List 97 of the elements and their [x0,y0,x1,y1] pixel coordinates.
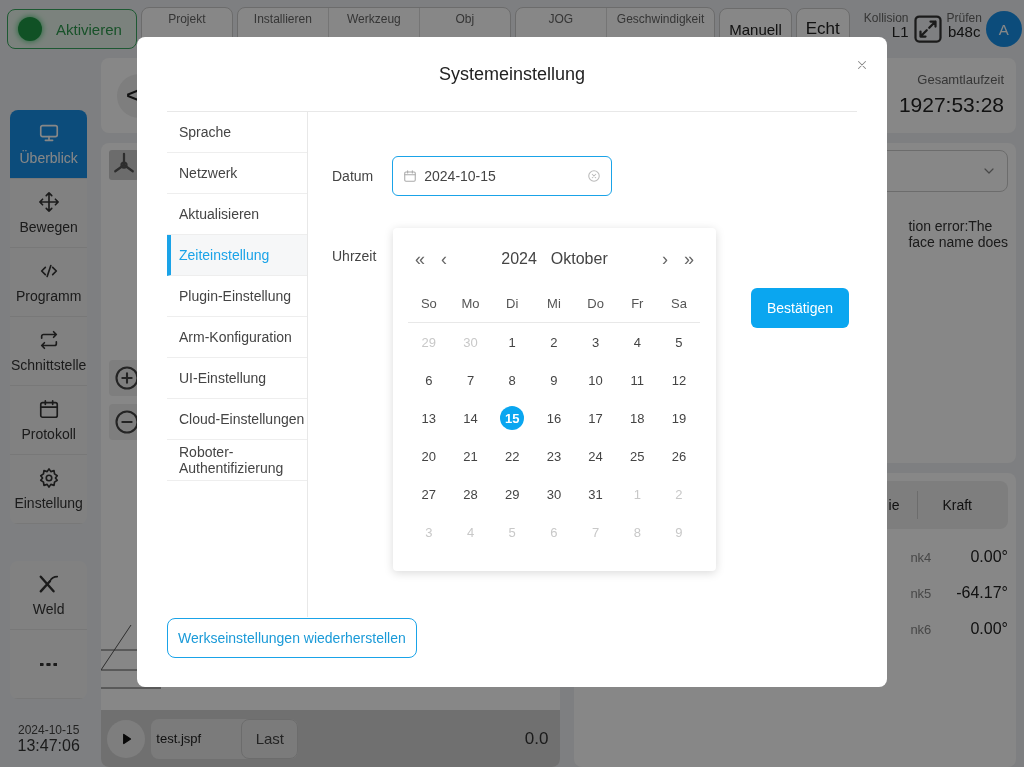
more-icon [40,662,58,666]
day-cell[interactable]: 30 [541,482,566,506]
day-cell[interactable]: 25 [625,444,650,468]
day-cell[interactable]: 21 [458,444,483,468]
dialog-title: Systemeinstellung [438,63,586,85]
load-button[interactable]: Last [241,718,299,759]
sidebar-item[interactable]: Weld [10,561,88,630]
joint-value: -64.17° [956,584,1008,602]
weekday-label: Fr [630,295,645,313]
play-icon[interactable] [107,719,146,758]
menu-item[interactable]: Roboter-Authentifizierung [167,440,307,481]
next-year-button[interactable]: » [677,248,701,270]
day-cell[interactable]: 28 [458,482,483,506]
day-cell[interactable]: 5 [666,330,691,354]
welding-torch-icon [37,573,60,595]
day-cell[interactable]: 19 [666,406,691,430]
runtime-value: 1927:53:28 [898,93,1004,117]
day-cell[interactable]: 18 [625,406,650,430]
status-value: L1 [891,25,909,39]
weekday-label: Di [505,295,520,313]
day-cell[interactable]: 16 [541,406,566,430]
day-cell[interactable]: 4 [625,330,650,354]
joint-value: 0.00° [970,548,1008,566]
day-cell[interactable]: 6 [416,368,441,392]
day-cell[interactable]: 2 [541,330,566,354]
day-cell[interactable]: 17 [583,406,608,430]
status-value: b48c [947,25,981,39]
status-label: Kollision [863,11,909,25]
weekday-label: Sa [670,295,688,313]
day-cell[interactable]: 20 [416,444,441,468]
move-icon [37,191,60,213]
prev-month-button[interactable]: ‹ [432,248,456,270]
day-cell[interactable]: 13 [416,406,441,430]
weekday-label: Do [586,295,605,313]
speed-value: 0.0 [524,728,549,749]
date-text: 2024-10-15 [17,723,80,738]
day-cell[interactable]: 14 [458,406,483,430]
tab[interactable]: ie [888,481,918,529]
menu-item[interactable]: Plugin-Einstellung [167,276,307,317]
day-cell[interactable]: 8 [500,368,525,392]
joint-label: nk4 [910,549,932,565]
status-label: Prüfen [946,11,982,25]
field-label: Installieren [253,12,312,26]
error-message: tion error:The face name does [908,218,1008,250]
sidebar-item[interactable]: Schnittstelle [10,317,88,386]
weekday-label: Mi [546,295,562,313]
day-cell[interactable]: 11 [625,368,650,392]
day-cell[interactable]: 7 [458,368,483,392]
field-label: Datum [332,168,374,184]
day-cell[interactable]: 24 [583,444,608,468]
field-label: JOG [548,12,574,26]
sidebar-item[interactable]: Einstellung [10,455,88,524]
menu-item[interactable]: UI-Einstellung [167,358,307,399]
time-text: 13:47:06 [17,738,80,753]
menu-item[interactable]: Arm-Konfiguration [167,317,307,358]
file-field[interactable]: test.jspf Last [151,718,299,759]
day-cell[interactable]: 3 [583,330,608,354]
tab[interactable]: Kraft [917,491,1008,519]
field-label: Uhrzeit [332,248,377,264]
sidebar-item[interactable]: Bewegen [10,179,88,248]
calendar-icon [37,398,60,420]
gear-icon [37,467,60,489]
monitor-icon [37,122,60,144]
field-label: Obj [455,12,475,26]
weekday-label: So [419,295,438,313]
axes-icon[interactable] [109,150,140,180]
year-button[interactable]: 2024 [501,250,537,268]
day-cell[interactable]: 27 [416,482,441,506]
day-cell[interactable]: 26 [666,444,691,468]
field-label: Geschwindigkeit [616,12,705,26]
month-button[interactable]: Oktober [550,250,608,268]
day-cell[interactable]: 22 [500,444,525,468]
joint-value: 0.00° [970,620,1008,638]
day-cell[interactable]: 9 [541,368,566,392]
date-field[interactable]: 2024-10-15 [392,156,613,196]
menu-item[interactable]: Sprache [167,112,307,153]
menu-item[interactable]: Cloud-Einstellungen [167,399,307,440]
day-cell[interactable]: 31 [583,482,608,506]
field-label: Werkzeug [346,12,401,26]
day-cell[interactable]: 29 [500,482,525,506]
day-cell[interactable]: 1 [500,330,525,354]
joint-label: nk6 [910,621,932,637]
close-icon[interactable] [855,58,869,72]
sidebar-item[interactable]: Protokoll [10,386,88,455]
weekday-label: Mo [460,295,481,313]
menu-item[interactable]: Netzwerk [167,153,307,194]
calendar-icon [403,169,418,183]
prev-year-button[interactable]: « [408,248,432,270]
expand-icon[interactable] [912,14,943,44]
sidebar-item[interactable]: Programm [10,248,88,317]
day-cell[interactable]: 12 [666,368,691,392]
field-label: Projekt [168,12,206,26]
runtime-label: Gesamtlaufzeit [917,72,1004,87]
day-cell[interactable]: 23 [541,444,566,468]
next-month-button[interactable]: › [653,248,677,270]
joint-label: nk5 [910,585,932,601]
day-cell[interactable]: 10 [583,368,608,392]
